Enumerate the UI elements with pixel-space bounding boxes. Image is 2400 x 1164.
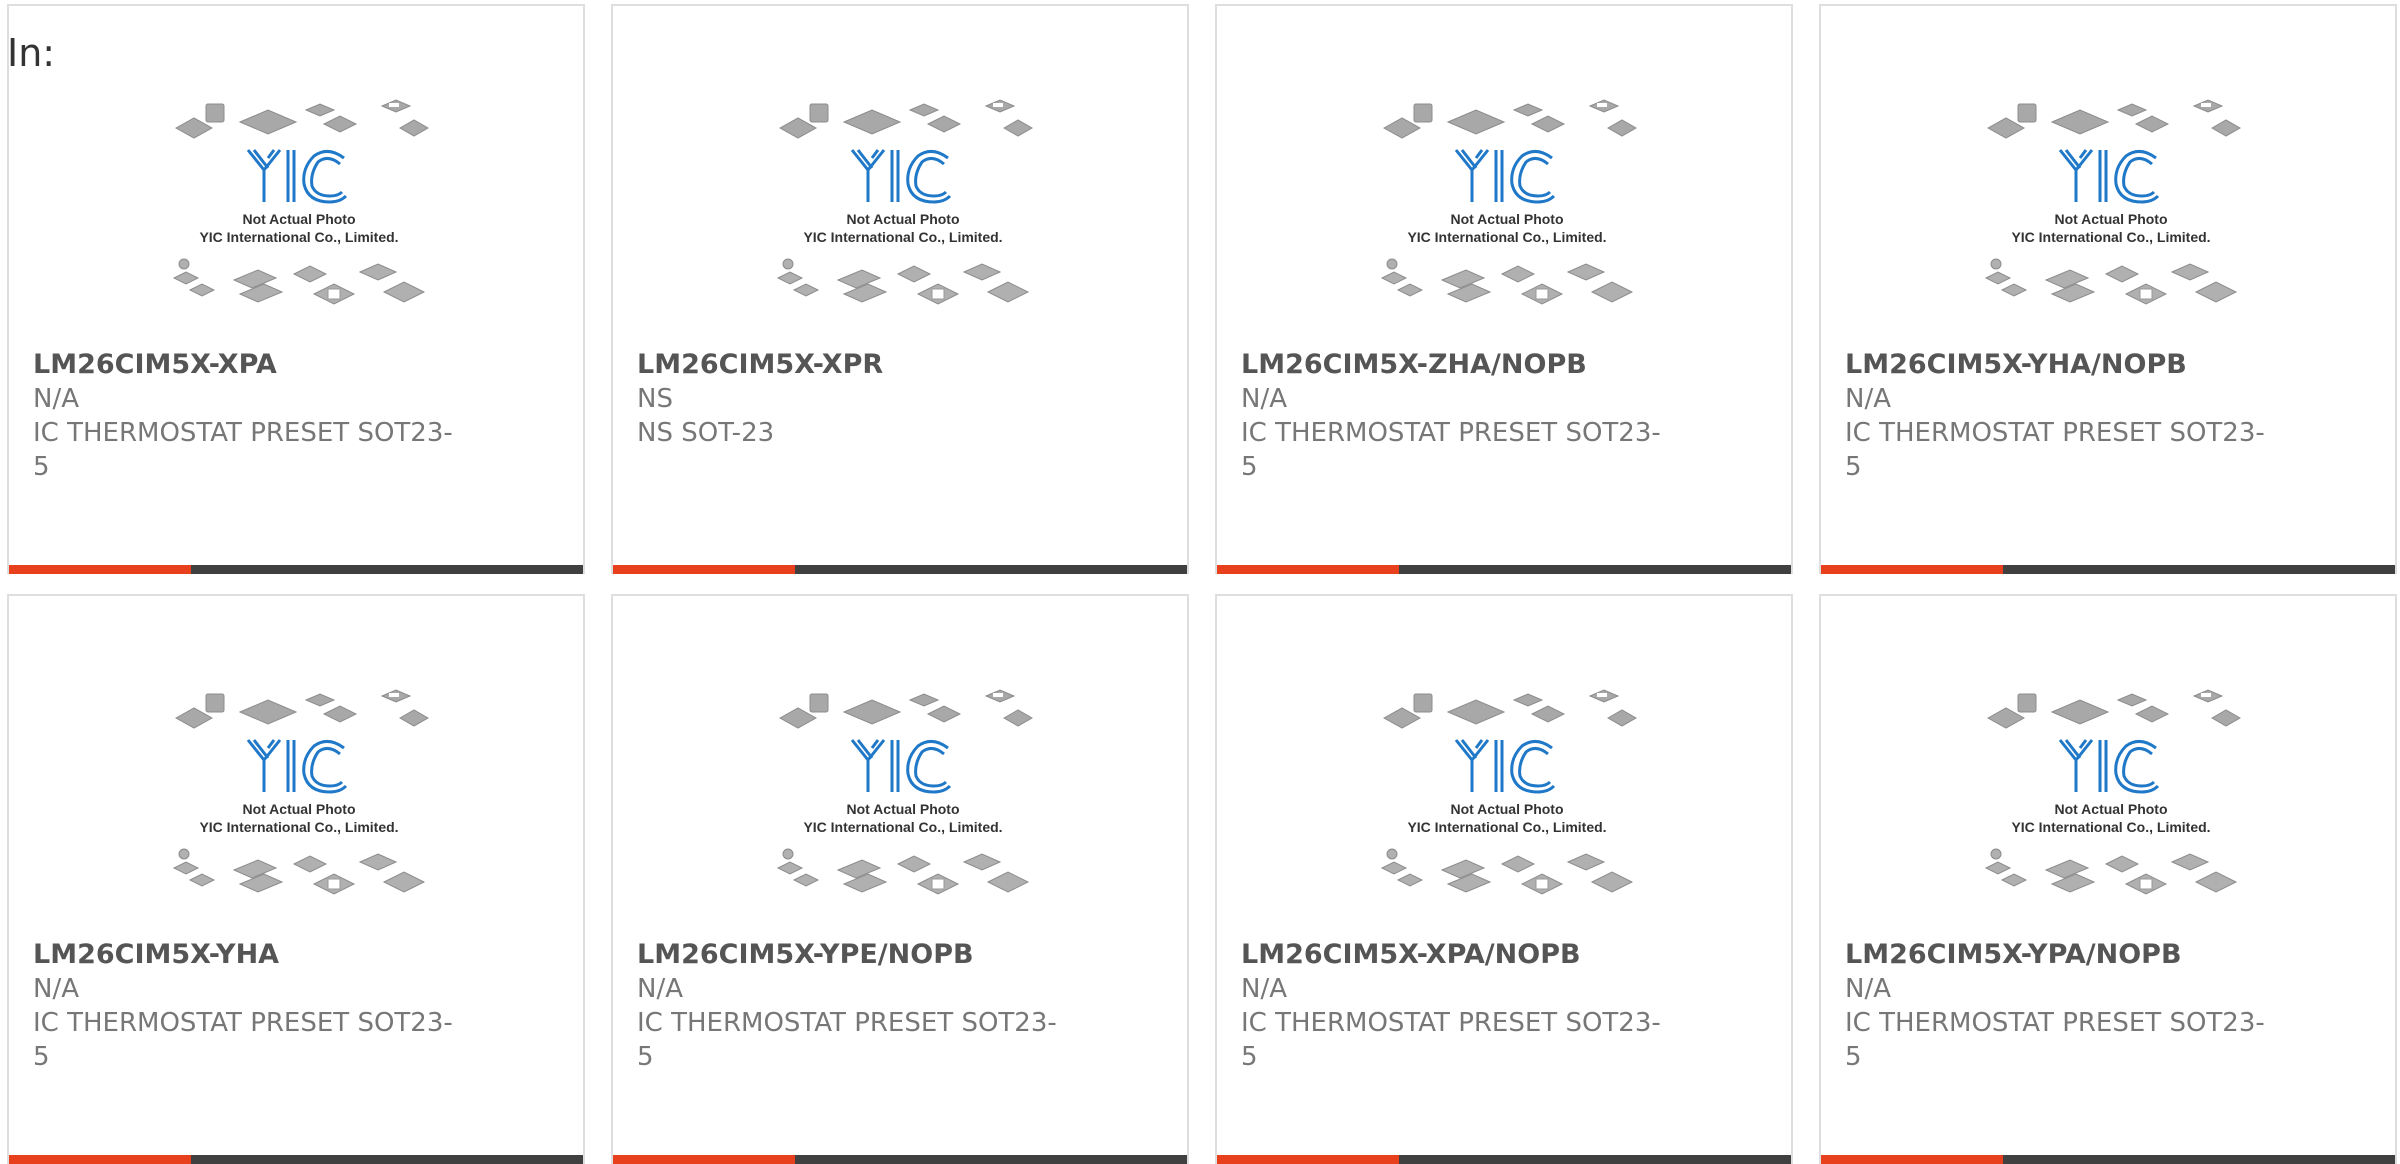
description-label: IC THERMOSTAT PRESET SOT23-5	[1845, 418, 2265, 482]
product-photo: Not Actual Photo YIC International Co., …	[1380, 689, 1638, 895]
card-accent-bar	[613, 565, 795, 574]
card-accent-bar	[1821, 565, 2003, 574]
photo-caption-2: YIC International Co., Limited.	[803, 229, 1002, 245]
part-number-link[interactable]: LM26CIM5X-XPR	[637, 348, 1067, 382]
product-photo: Not Actual Photo YIC International Co., …	[1984, 99, 2242, 305]
manufacturer-label: N/A	[1845, 384, 1891, 414]
card-bottom-bar	[1217, 1155, 1791, 1164]
photo-caption-2: YIC International Co., Limited.	[1407, 819, 1606, 835]
description-label: NS SOT-23	[637, 418, 775, 448]
product-info: LM26CIM5X-ZHA/NOPB N/A IC THERMOSTAT PRE…	[1241, 348, 1671, 484]
product-info: LM26CIM5X-XPA/NOPB N/A IC THERMOSTAT PRE…	[1241, 938, 1671, 1074]
product-info: LM26CIM5X-YHA N/A IC THERMOSTAT PRESET S…	[33, 938, 463, 1074]
product-photo: Not Actual Photo YIC International Co., …	[172, 99, 430, 305]
product-photo: Not Actual Photo YIC International Co., …	[776, 689, 1034, 895]
product-card[interactable]: Not Actual Photo YIC International Co., …	[1215, 4, 1793, 574]
part-number-link[interactable]: LM26CIM5X-XPA/NOPB	[1241, 938, 1671, 972]
card-bottom-bar	[1217, 565, 1791, 574]
manufacturer-label: N/A	[1845, 974, 1891, 1004]
photo-caption-1: Not Actual Photo	[1450, 211, 1563, 227]
card-bottom-bar	[1821, 565, 2395, 574]
card-accent-bar	[613, 1155, 795, 1164]
photo-caption-2: YIC International Co., Limited.	[2011, 819, 2210, 835]
description-label: IC THERMOSTAT PRESET SOT23-5	[1241, 1008, 1661, 1072]
photo-caption-1: Not Actual Photo	[1450, 801, 1563, 817]
photo-caption-1: Not Actual Photo	[2054, 801, 2167, 817]
manufacturer-label: N/A	[33, 974, 79, 1004]
product-photo: Not Actual Photo YIC International Co., …	[172, 689, 430, 895]
product-card[interactable]: Not Actual Photo YIC International Co., …	[1819, 594, 2397, 1164]
manufacturer-label: NS	[637, 384, 673, 414]
product-info: LM26CIM5X-YPE/NOPB N/A IC THERMOSTAT PRE…	[637, 938, 1067, 1074]
product-photo: Not Actual Photo YIC International Co., …	[1380, 99, 1638, 305]
product-card[interactable]: Not Actual Photo YIC International Co., …	[1819, 4, 2397, 574]
photo-caption-2: YIC International Co., Limited.	[1407, 229, 1606, 245]
product-info: LM26CIM5X-XPA N/A IC THERMOSTAT PRESET S…	[33, 348, 463, 484]
part-number-link[interactable]: LM26CIM5X-YPA/NOPB	[1845, 938, 2275, 972]
card-bottom-bar	[9, 1155, 583, 1164]
description-label: IC THERMOSTAT PRESET SOT23-5	[1241, 418, 1661, 482]
card-accent-bar	[1821, 1155, 2003, 1164]
card-accent-bar	[1217, 565, 1399, 574]
card-accent-bar	[9, 565, 191, 574]
card-accent-bar	[1217, 1155, 1399, 1164]
card-accent-bar	[9, 1155, 191, 1164]
product-info: LM26CIM5X-YPA/NOPB N/A IC THERMOSTAT PRE…	[1845, 938, 2275, 1074]
product-info: LM26CIM5X-XPR NS NS SOT-23	[637, 348, 1067, 450]
part-number-link[interactable]: LM26CIM5X-XPA	[33, 348, 463, 382]
part-number-link[interactable]: LM26CIM5X-YHA/NOPB	[1845, 348, 2275, 382]
card-bottom-bar	[613, 1155, 1187, 1164]
product-card[interactable]: Not Actual Photo YIC International Co., …	[7, 594, 585, 1164]
photo-caption-2: YIC International Co., Limited.	[803, 819, 1002, 835]
photo-caption-1: Not Actual Photo	[242, 801, 355, 817]
product-card[interactable]: Not Actual Photo YIC International Co., …	[611, 594, 1189, 1164]
description-label: IC THERMOSTAT PRESET SOT23-5	[33, 1008, 453, 1072]
part-number-link[interactable]: LM26CIM5X-YPE/NOPB	[637, 938, 1067, 972]
photo-caption-2: YIC International Co., Limited.	[2011, 229, 2210, 245]
photo-caption-1: Not Actual Photo	[846, 211, 959, 227]
card-bottom-bar	[9, 565, 583, 574]
description-label: IC THERMOSTAT PRESET SOT23-5	[1845, 1008, 2265, 1072]
card-bottom-bar	[1821, 1155, 2395, 1164]
product-info: LM26CIM5X-YHA/NOPB N/A IC THERMOSTAT PRE…	[1845, 348, 2275, 484]
part-number-link[interactable]: LM26CIM5X-ZHA/NOPB	[1241, 348, 1671, 382]
description-label: IC THERMOSTAT PRESET SOT23-5	[637, 1008, 1057, 1072]
product-card[interactable]: Not Actual Photo YIC International Co., …	[7, 4, 585, 574]
product-photo: Not Actual Photo YIC International Co., …	[776, 99, 1034, 305]
photo-caption-1: Not Actual Photo	[2054, 211, 2167, 227]
photo-caption-1: Not Actual Photo	[846, 801, 959, 817]
photo-caption-2: YIC International Co., Limited.	[199, 229, 398, 245]
manufacturer-label: N/A	[1241, 384, 1287, 414]
photo-caption-2: YIC International Co., Limited.	[199, 819, 398, 835]
product-card[interactable]: Not Actual Photo YIC International Co., …	[1215, 594, 1793, 1164]
manufacturer-label: N/A	[1241, 974, 1287, 1004]
photo-caption-1: Not Actual Photo	[242, 211, 355, 227]
description-label: IC THERMOSTAT PRESET SOT23-5	[33, 418, 453, 482]
part-number-link[interactable]: LM26CIM5X-YHA	[33, 938, 463, 972]
manufacturer-label: N/A	[33, 384, 79, 414]
product-card[interactable]: Not Actual Photo YIC International Co., …	[611, 4, 1189, 574]
card-bottom-bar	[613, 565, 1187, 574]
in-label: In:	[7, 31, 56, 75]
product-grid: Not Actual Photo YIC International Co., …	[7, 4, 2400, 1164]
manufacturer-label: N/A	[637, 974, 683, 1004]
product-photo: Not Actual Photo YIC International Co., …	[1984, 689, 2242, 895]
